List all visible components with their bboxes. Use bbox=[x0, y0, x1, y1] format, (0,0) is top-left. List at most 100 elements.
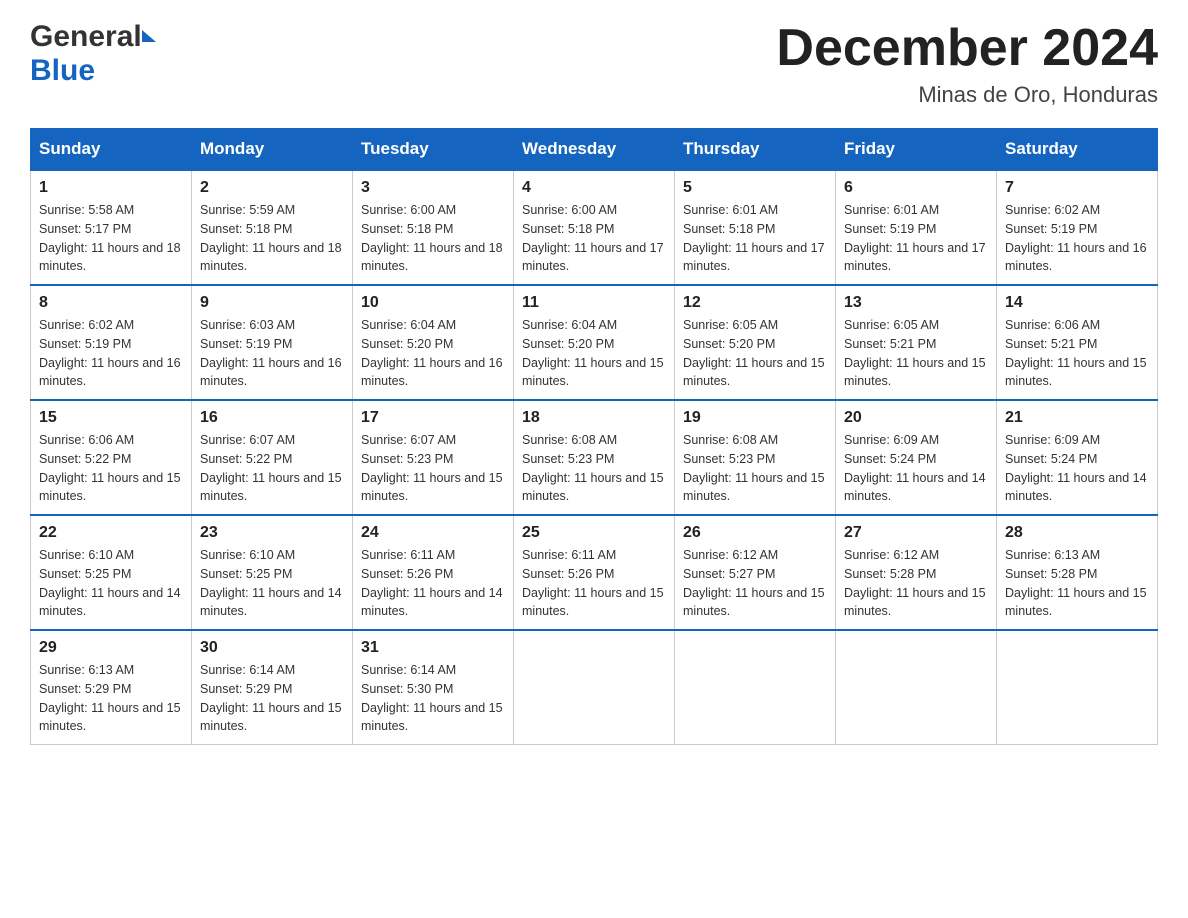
day-info: Sunrise: 6:00 AMSunset: 5:18 PMDaylight:… bbox=[361, 201, 505, 276]
logo: General Blue bbox=[30, 20, 156, 88]
calendar-cell: 21 Sunrise: 6:09 AMSunset: 5:24 PMDayligh… bbox=[997, 400, 1158, 515]
day-info: Sunrise: 6:04 AMSunset: 5:20 PMDaylight:… bbox=[361, 316, 505, 391]
calendar-title: December 2024 bbox=[776, 20, 1158, 77]
day-number: 6 bbox=[844, 179, 988, 197]
calendar-subtitle: Minas de Oro, Honduras bbox=[776, 82, 1158, 108]
day-info: Sunrise: 6:02 AMSunset: 5:19 PMDaylight:… bbox=[1005, 201, 1149, 276]
day-info: Sunrise: 5:58 AMSunset: 5:17 PMDaylight:… bbox=[39, 201, 183, 276]
calendar-table: SundayMondayTuesdayWednesdayThursdayFrid… bbox=[30, 128, 1158, 745]
page-header: General Blue December 2024 Minas de Oro,… bbox=[30, 20, 1158, 108]
calendar-cell: 5 Sunrise: 6:01 AMSunset: 5:18 PMDaylight… bbox=[675, 170, 836, 285]
calendar-cell: 26 Sunrise: 6:12 AMSunset: 5:27 PMDayligh… bbox=[675, 515, 836, 630]
calendar-cell: 7 Sunrise: 6:02 AMSunset: 5:19 PMDaylight… bbox=[997, 170, 1158, 285]
title-area: December 2024 Minas de Oro, Honduras bbox=[776, 20, 1158, 108]
day-number: 2 bbox=[200, 179, 344, 197]
calendar-cell: 22Sunrise: 6:10 AMSunset: 5:25 PMDayligh… bbox=[31, 515, 192, 630]
day-number: 23 bbox=[200, 524, 344, 542]
calendar-cell: 14 Sunrise: 6:06 AMSunset: 5:21 PMDayligh… bbox=[997, 285, 1158, 400]
calendar-cell: 4 Sunrise: 6:00 AMSunset: 5:18 PMDaylight… bbox=[514, 170, 675, 285]
calendar-cell: 3Sunrise: 6:00 AMSunset: 5:18 PMDaylight… bbox=[353, 170, 514, 285]
calendar-cell bbox=[514, 630, 675, 745]
calendar-cell: 23 Sunrise: 6:10 AMSunset: 5:25 PMDayligh… bbox=[192, 515, 353, 630]
day-number: 24 bbox=[361, 524, 505, 542]
weekday-header-wednesday: Wednesday bbox=[514, 129, 675, 171]
day-info: Sunrise: 6:13 AMSunset: 5:28 PMDaylight:… bbox=[1005, 546, 1149, 621]
day-info: Sunrise: 6:07 AMSunset: 5:22 PMDaylight:… bbox=[200, 431, 344, 506]
day-info: Sunrise: 6:14 AMSunset: 5:30 PMDaylight:… bbox=[361, 661, 505, 736]
calendar-cell: 27 Sunrise: 6:12 AMSunset: 5:28 PMDayligh… bbox=[836, 515, 997, 630]
logo-blue-text: Blue bbox=[30, 54, 95, 88]
weekday-header-monday: Monday bbox=[192, 129, 353, 171]
day-info: Sunrise: 6:05 AMSunset: 5:20 PMDaylight:… bbox=[683, 316, 827, 391]
day-info: Sunrise: 6:06 AMSunset: 5:22 PMDaylight:… bbox=[39, 431, 183, 506]
weekday-header-row: SundayMondayTuesdayWednesdayThursdayFrid… bbox=[31, 129, 1158, 171]
day-info: Sunrise: 6:01 AMSunset: 5:19 PMDaylight:… bbox=[844, 201, 988, 276]
day-number: 22 bbox=[39, 524, 183, 542]
calendar-cell: 24 Sunrise: 6:11 AMSunset: 5:26 PMDayligh… bbox=[353, 515, 514, 630]
day-info: Sunrise: 6:09 AMSunset: 5:24 PMDaylight:… bbox=[1005, 431, 1149, 506]
day-number: 16 bbox=[200, 409, 344, 427]
day-number: 19 bbox=[683, 409, 827, 427]
week-row-3: 15 Sunrise: 6:06 AMSunset: 5:22 PMDayligh… bbox=[31, 400, 1158, 515]
day-number: 15 bbox=[39, 409, 183, 427]
calendar-cell: 11Sunrise: 6:04 AMSunset: 5:20 PMDayligh… bbox=[514, 285, 675, 400]
calendar-cell: 13 Sunrise: 6:05 AMSunset: 5:21 PMDayligh… bbox=[836, 285, 997, 400]
day-info: Sunrise: 6:06 AMSunset: 5:21 PMDaylight:… bbox=[1005, 316, 1149, 391]
calendar-cell: 17Sunrise: 6:07 AMSunset: 5:23 PMDayligh… bbox=[353, 400, 514, 515]
day-info: Sunrise: 5:59 AMSunset: 5:18 PMDaylight:… bbox=[200, 201, 344, 276]
day-number: 25 bbox=[522, 524, 666, 542]
week-row-4: 22 Sunrise: 6:10 AMSunset: 5:25 PMDayligh… bbox=[31, 515, 1158, 630]
calendar-cell: 31Sunrise: 6:14 AMSunset: 5:30 PMDayligh… bbox=[353, 630, 514, 745]
calendar-cell: 25 Sunrise: 6:11 AMSunset: 5:26 PMDayligh… bbox=[514, 515, 675, 630]
calendar-cell: 10Sunrise: 6:04 AMSunset: 5:20 PMDayligh… bbox=[353, 285, 514, 400]
day-number: 7 bbox=[1005, 179, 1149, 197]
day-number: 14 bbox=[1005, 294, 1149, 312]
day-number: 26 bbox=[683, 524, 827, 542]
day-info: Sunrise: 6:02 AMSunset: 5:19 PMDaylight:… bbox=[39, 316, 183, 391]
day-number: 27 bbox=[844, 524, 988, 542]
calendar-cell: 28Sunrise: 6:13 AMSunset: 5:28 PMDayligh… bbox=[997, 515, 1158, 630]
day-number: 21 bbox=[1005, 409, 1149, 427]
day-info: Sunrise: 6:05 AMSunset: 5:21 PMDaylight:… bbox=[844, 316, 988, 391]
week-row-5: 29Sunrise: 6:13 AMSunset: 5:29 PMDayligh… bbox=[31, 630, 1158, 745]
calendar-cell: 19 Sunrise: 6:08 AMSunset: 5:23 PMDayligh… bbox=[675, 400, 836, 515]
day-info: Sunrise: 6:14 AMSunset: 5:29 PMDaylight:… bbox=[200, 661, 344, 736]
calendar-cell: 16 Sunrise: 6:07 AMSunset: 5:22 PMDayligh… bbox=[192, 400, 353, 515]
calendar-cell: 30Sunrise: 6:14 AMSunset: 5:29 PMDayligh… bbox=[192, 630, 353, 745]
calendar-cell: 2 Sunrise: 5:59 AMSunset: 5:18 PMDaylight… bbox=[192, 170, 353, 285]
day-info: Sunrise: 6:00 AMSunset: 5:18 PMDaylight:… bbox=[522, 201, 666, 276]
day-number: 4 bbox=[522, 179, 666, 197]
day-info: Sunrise: 6:12 AMSunset: 5:28 PMDaylight:… bbox=[844, 546, 988, 621]
calendar-cell: 18Sunrise: 6:08 AMSunset: 5:23 PMDayligh… bbox=[514, 400, 675, 515]
week-row-1: 1 Sunrise: 5:58 AMSunset: 5:17 PMDaylight… bbox=[31, 170, 1158, 285]
day-number: 5 bbox=[683, 179, 827, 197]
day-number: 29 bbox=[39, 639, 183, 657]
calendar-cell: 20Sunrise: 6:09 AMSunset: 5:24 PMDayligh… bbox=[836, 400, 997, 515]
calendar-cell bbox=[675, 630, 836, 745]
calendar-cell bbox=[836, 630, 997, 745]
week-row-2: 8 Sunrise: 6:02 AMSunset: 5:19 PMDaylight… bbox=[31, 285, 1158, 400]
weekday-header-saturday: Saturday bbox=[997, 129, 1158, 171]
day-info: Sunrise: 6:01 AMSunset: 5:18 PMDaylight:… bbox=[683, 201, 827, 276]
weekday-header-sunday: Sunday bbox=[31, 129, 192, 171]
day-info: Sunrise: 6:11 AMSunset: 5:26 PMDaylight:… bbox=[361, 546, 505, 621]
day-info: Sunrise: 6:08 AMSunset: 5:23 PMDaylight:… bbox=[683, 431, 827, 506]
weekday-header-friday: Friday bbox=[836, 129, 997, 171]
logo-arrow-icon bbox=[142, 30, 156, 42]
day-info: Sunrise: 6:11 AMSunset: 5:26 PMDaylight:… bbox=[522, 546, 666, 621]
calendar-cell: 9Sunrise: 6:03 AMSunset: 5:19 PMDaylight… bbox=[192, 285, 353, 400]
day-number: 8 bbox=[39, 294, 183, 312]
weekday-header-thursday: Thursday bbox=[675, 129, 836, 171]
day-info: Sunrise: 6:12 AMSunset: 5:27 PMDaylight:… bbox=[683, 546, 827, 621]
day-info: Sunrise: 6:10 AMSunset: 5:25 PMDaylight:… bbox=[200, 546, 344, 621]
calendar-cell: 29Sunrise: 6:13 AMSunset: 5:29 PMDayligh… bbox=[31, 630, 192, 745]
calendar-cell: 15 Sunrise: 6:06 AMSunset: 5:22 PMDayligh… bbox=[31, 400, 192, 515]
calendar-cell: 6 Sunrise: 6:01 AMSunset: 5:19 PMDaylight… bbox=[836, 170, 997, 285]
day-number: 1 bbox=[39, 179, 183, 197]
day-number: 13 bbox=[844, 294, 988, 312]
calendar-cell: 12 Sunrise: 6:05 AMSunset: 5:20 PMDayligh… bbox=[675, 285, 836, 400]
day-number: 12 bbox=[683, 294, 827, 312]
day-number: 17 bbox=[361, 409, 505, 427]
day-info: Sunrise: 6:04 AMSunset: 5:20 PMDaylight:… bbox=[522, 316, 666, 391]
calendar-cell: 1 Sunrise: 5:58 AMSunset: 5:17 PMDaylight… bbox=[31, 170, 192, 285]
